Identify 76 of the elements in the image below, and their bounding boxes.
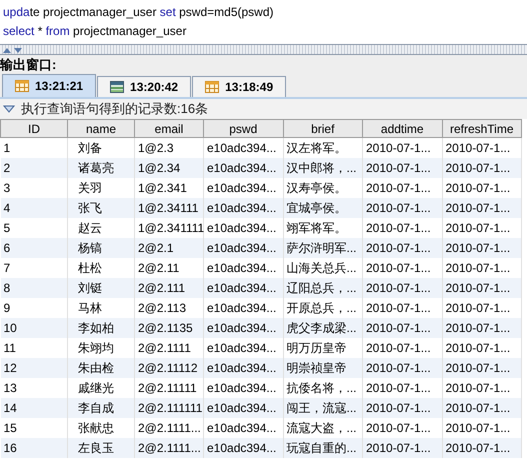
table-cell: 朱由检 xyxy=(68,358,134,378)
table-cell: 2010-07-1... xyxy=(362,158,442,178)
collapse-arrows-icon[interactable] xyxy=(2,46,24,52)
expand-triangle-icon[interactable] xyxy=(3,105,15,113)
table-cell: 2@2.1 xyxy=(134,238,204,258)
splitter-bar[interactable] xyxy=(0,44,527,55)
column-header[interactable]: refreshTime xyxy=(442,120,522,138)
result-tab[interactable]: 13:18:49 xyxy=(192,76,286,97)
table-cell: 2010-07-1... xyxy=(442,158,522,178)
table-cell: 萨尔浒明军... xyxy=(283,238,362,258)
table-icon xyxy=(15,80,29,92)
table-cell: 16 xyxy=(0,438,68,458)
table-cell: 10 xyxy=(0,318,68,338)
table-cell: 2010-07-1... xyxy=(362,358,442,378)
table-cell: 2 xyxy=(0,158,68,178)
table-cell: 2010-07-1... xyxy=(442,398,522,418)
table-cell: 2@2.111111 xyxy=(134,398,204,418)
table-cell: 2010-07-1... xyxy=(442,358,522,378)
table-cell: 汉中郎将，... xyxy=(283,158,362,178)
table-cell: e10adc394... xyxy=(204,198,283,218)
table-cell: 2010-07-1... xyxy=(362,438,442,458)
panel-title: 输出窗口: xyxy=(0,55,527,75)
table-icon xyxy=(205,81,220,93)
table-cell: 2010-07-1... xyxy=(362,198,442,218)
column-header[interactable]: addtime xyxy=(362,120,442,138)
table-cell: 李自成 xyxy=(68,398,134,418)
table-cell: e10adc394... xyxy=(204,318,283,338)
spreadsheet-icon xyxy=(110,81,124,93)
code-line: select * from projectmanager_user xyxy=(3,23,186,40)
table-cell: 2010-07-1... xyxy=(442,318,522,338)
table-cell: 张飞 xyxy=(68,198,134,218)
table-cell: 李如柏 xyxy=(68,318,134,338)
table-cell: 玩寇自重的... xyxy=(283,438,362,458)
table-cell: 2010-07-1... xyxy=(442,438,522,458)
table-cell: 左良玉 xyxy=(68,438,134,458)
table-cell: 4 xyxy=(0,198,68,218)
table-cell: e10adc394... xyxy=(204,238,283,258)
table-cell: 辽阳总兵，... xyxy=(283,278,362,298)
table-cell: 2010-07-1... xyxy=(362,398,442,418)
table-cell: 2010-07-1... xyxy=(362,278,442,298)
table-cell: 2@2.1135 xyxy=(134,318,204,338)
table-cell: e10adc394... xyxy=(204,398,283,418)
table-cell: 2@2.111 xyxy=(134,278,204,298)
table-cell: 14 xyxy=(0,398,68,418)
table-cell: 2@2.11112 xyxy=(134,358,204,378)
record-count-text: 执行查询语句得到的记录数:16条 xyxy=(21,100,208,118)
table-cell: 2010-07-1... xyxy=(442,238,522,258)
table-cell: 诸葛亮 xyxy=(68,158,134,178)
table-cell: 2@2.1111... xyxy=(134,438,204,458)
column-header[interactable]: ID xyxy=(0,120,68,138)
table-cell: 1@2.34111 xyxy=(134,198,204,218)
table-cell: 闯王，流寇... xyxy=(283,398,362,418)
column-header[interactable]: email xyxy=(134,120,204,138)
table-cell: e10adc394... xyxy=(204,278,283,298)
table-cell: 刘铤 xyxy=(68,278,134,298)
table-cell: 2010-07-1... xyxy=(442,278,522,298)
column-header[interactable]: brief xyxy=(283,120,362,138)
table-cell: 宜城亭侯。 xyxy=(283,198,362,218)
table-cell: e10adc394... xyxy=(204,158,283,178)
table-cell: 2010-07-1... xyxy=(362,318,442,338)
table-cell: 6 xyxy=(0,238,68,258)
table-cell: 12 xyxy=(0,358,68,378)
table-cell: 2010-07-1... xyxy=(442,198,522,218)
table-cell: e10adc394... xyxy=(204,358,283,378)
table-cell: 虎父李成梁... xyxy=(283,318,362,338)
table-cell: 8 xyxy=(0,278,68,298)
result-tab[interactable]: 13:20:42 xyxy=(97,76,192,97)
result-tab[interactable]: 13:21:21 xyxy=(2,74,96,97)
table-cell: 明崇祯皇帝 xyxy=(283,358,362,378)
column-header[interactable]: pswd xyxy=(204,120,283,138)
table-cell: 1@2.34 xyxy=(134,158,204,178)
code-line: update projectmanager_user set pswd=md5(pswd) xyxy=(3,4,274,21)
table-cell: e10adc394... xyxy=(204,438,283,458)
table-cell: 杨镐 xyxy=(68,238,134,258)
column-header[interactable]: name xyxy=(68,120,134,138)
table-cell: 2010-07-1... xyxy=(362,238,442,258)
